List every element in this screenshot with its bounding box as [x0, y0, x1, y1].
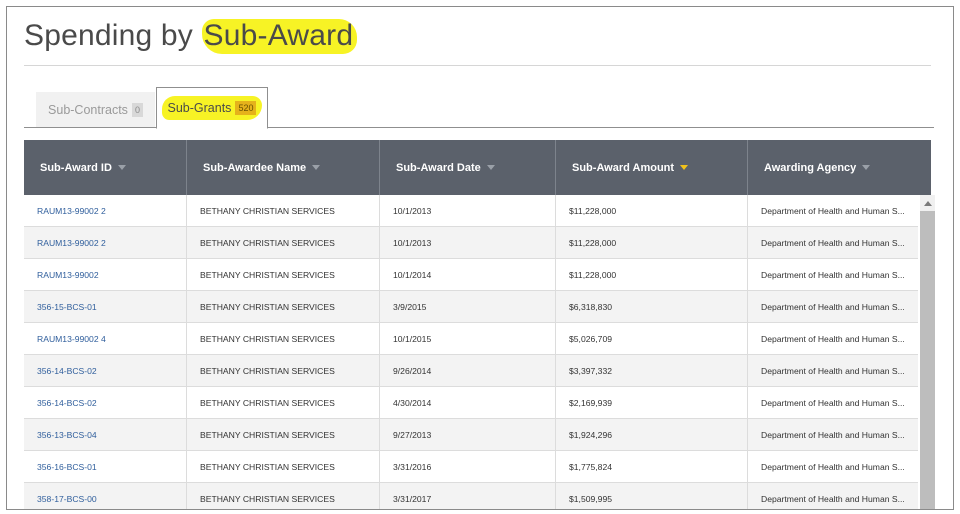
sub-awardee-name-cell: BETHANY CHRISTIAN SERVICES: [187, 387, 380, 419]
sub-awardee-name-cell: BETHANY CHRISTIAN SERVICES: [187, 291, 380, 323]
sub-award-id-link[interactable]: RAUM13-99002: [24, 259, 187, 291]
sub-awardee-name-cell: BETHANY CHRISTIAN SERVICES: [187, 195, 380, 227]
table-scrollbar[interactable]: [920, 195, 935, 509]
sub-award-id-link[interactable]: 356-16-BCS-01: [24, 451, 187, 483]
table-row: 356-15-BCS-01 BETHANY CHRISTIAN SERVICES…: [24, 291, 918, 323]
sub-award-amount-cell: $3,397,332: [556, 355, 748, 387]
table-row: RAUM13-99002 BETHANY CHRISTIAN SERVICES …: [24, 259, 918, 291]
sort-arrow-icon[interactable]: [486, 165, 495, 170]
tab-sub-contracts[interactable]: Sub-Contracts 0: [36, 92, 155, 128]
title-highlight: Sub-Award: [201, 19, 358, 54]
table-row: 356-16-BCS-01 BETHANY CHRISTIAN SERVICES…: [24, 451, 918, 483]
tab-sub-grants[interactable]: Sub-Grants 520: [156, 87, 268, 129]
sub-award-id-link[interactable]: RAUM13-99002 4: [24, 323, 187, 355]
column-header-sub-award-date[interactable]: Sub-Award Date: [380, 140, 556, 195]
table-row: 358-17-BCS-00 BETHANY CHRISTIAN SERVICES…: [24, 483, 918, 509]
column-header-sub-award-amount[interactable]: Sub-Award Amount: [556, 140, 748, 195]
sub-award-id-link[interactable]: 356-13-BCS-04: [24, 419, 187, 451]
column-header-sub-award-id[interactable]: Sub-Award ID: [24, 140, 187, 195]
sort-arrow-icon[interactable]: [312, 165, 321, 170]
awarding-agency-cell: Department of Health and Human S...: [761, 206, 905, 216]
awarding-agency-cell: Department of Health and Human S...: [761, 398, 905, 408]
table-row: RAUM13-99002 2 BETHANY CHRISTIAN SERVICE…: [24, 195, 918, 227]
sort-arrow-icon[interactable]: [862, 165, 871, 170]
sub-award-amount-cell: $5,026,709: [556, 323, 748, 355]
sub-award-amount-cell: $1,924,296: [556, 419, 748, 451]
sub-award-date-cell: 4/30/2014: [380, 387, 556, 419]
table-body: RAUM13-99002 2 BETHANY CHRISTIAN SERVICE…: [24, 195, 918, 509]
sub-award-date-cell: 3/31/2017: [380, 483, 556, 509]
sub-award-id-link[interactable]: 356-14-BCS-02: [24, 355, 187, 387]
sub-award-amount-cell: $6,318,830: [556, 291, 748, 323]
sub-award-id-link[interactable]: RAUM13-99002 2: [24, 227, 187, 259]
sub-award-table: Sub-Award ID Sub-Awardee Name Sub-Award …: [24, 140, 935, 509]
awarding-agency-cell: Department of Health and Human S...: [761, 366, 905, 376]
column-label: Sub-Award Amount: [572, 161, 675, 174]
column-label: Awarding Agency: [764, 161, 857, 174]
table-row: RAUM13-99002 2 BETHANY CHRISTIAN SERVICE…: [24, 227, 918, 259]
scroll-up-button[interactable]: [920, 195, 935, 211]
sub-award-amount-cell: $1,509,995: [556, 483, 748, 509]
award-type-tabs: Sub-Contracts 0 Sub-Grants 520: [24, 87, 934, 129]
table-row: 356-14-BCS-02 BETHANY CHRISTIAN SERVICES…: [24, 355, 918, 387]
scroll-up-arrow-icon: [923, 200, 932, 206]
sub-award-id-link[interactable]: 356-15-BCS-01: [24, 291, 187, 323]
tab-sub-grants-label: Sub-Grants: [167, 101, 232, 115]
tab-sub-grants-highlight: Sub-Grants 520: [161, 96, 263, 120]
sub-award-id-link[interactable]: RAUM13-99002 2: [24, 195, 187, 227]
sub-award-amount-cell: $11,228,000: [556, 259, 748, 291]
sub-award-id-link[interactable]: 356-14-BCS-02: [24, 387, 187, 419]
table-row: 356-14-BCS-02 BETHANY CHRISTIAN SERVICES…: [24, 387, 918, 419]
title-divider: [24, 65, 931, 66]
awarding-agency-cell: Department of Health and Human S...: [761, 430, 905, 440]
sub-award-date-cell: 9/27/2013: [380, 419, 556, 451]
sub-awardee-name-cell: BETHANY CHRISTIAN SERVICES: [187, 259, 380, 291]
awarding-agency-cell: Department of Health and Human S...: [761, 334, 905, 344]
sub-awardee-name-cell: BETHANY CHRISTIAN SERVICES: [187, 227, 380, 259]
sub-awardee-name-cell: BETHANY CHRISTIAN SERVICES: [187, 451, 380, 483]
sub-award-amount-cell: $11,228,000: [556, 195, 748, 227]
awarding-agency-cell: Department of Health and Human S...: [761, 494, 905, 504]
column-label: Sub-Awardee Name: [203, 161, 307, 174]
sub-award-amount-cell: $1,775,824: [556, 451, 748, 483]
awarding-agency-cell: Department of Health and Human S...: [761, 270, 905, 280]
column-header-awarding-agency[interactable]: Awarding Agency: [748, 140, 931, 195]
tab-sub-grants-count: 520: [235, 101, 257, 115]
sub-award-amount-cell: $11,228,000: [556, 227, 748, 259]
title-prefix: Spending by: [24, 19, 202, 52]
sort-arrow-icon[interactable]: [117, 165, 126, 170]
sub-award-amount-cell: $2,169,939: [556, 387, 748, 419]
awarding-agency-cell: Department of Health and Human S...: [761, 238, 905, 248]
sub-awardee-name-cell: BETHANY CHRISTIAN SERVICES: [187, 323, 380, 355]
sub-awardee-name-cell: BETHANY CHRISTIAN SERVICES: [187, 419, 380, 451]
column-header-sub-awardee-name[interactable]: Sub-Awardee Name: [187, 140, 380, 195]
sub-award-date-cell: 3/9/2015: [380, 291, 556, 323]
sub-award-date-cell: 9/26/2014: [380, 355, 556, 387]
sub-award-date-cell: 10/1/2013: [380, 227, 556, 259]
sub-awardee-name-cell: BETHANY CHRISTIAN SERVICES: [187, 483, 380, 509]
page-frame: Spending by Sub-Award Sub-Contracts 0 Su…: [6, 6, 954, 510]
page-title: Spending by Sub-Award: [24, 19, 358, 54]
awarding-agency-cell: Department of Health and Human S...: [761, 302, 905, 312]
awarding-agency-cell: Department of Health and Human S...: [761, 462, 905, 472]
sub-award-date-cell: 10/1/2015: [380, 323, 556, 355]
sub-award-date-cell: 10/1/2014: [380, 259, 556, 291]
table-header: Sub-Award ID Sub-Awardee Name Sub-Award …: [24, 140, 931, 195]
tab-sub-contracts-count: 0: [131, 103, 143, 117]
sub-award-date-cell: 10/1/2013: [380, 195, 556, 227]
sort-arrow-active-icon[interactable]: [680, 165, 689, 170]
sub-awardee-name-cell: BETHANY CHRISTIAN SERVICES: [187, 355, 380, 387]
column-label: Sub-Award ID: [40, 161, 112, 174]
sub-award-date-cell: 3/31/2016: [380, 451, 556, 483]
tab-sub-contracts-label: Sub-Contracts: [48, 103, 128, 117]
table-row: RAUM13-99002 4 BETHANY CHRISTIAN SERVICE…: [24, 323, 918, 355]
table-row: 356-13-BCS-04 BETHANY CHRISTIAN SERVICES…: [24, 419, 918, 451]
column-label: Sub-Award Date: [396, 161, 481, 174]
sub-award-id-link[interactable]: 358-17-BCS-00: [24, 483, 187, 509]
